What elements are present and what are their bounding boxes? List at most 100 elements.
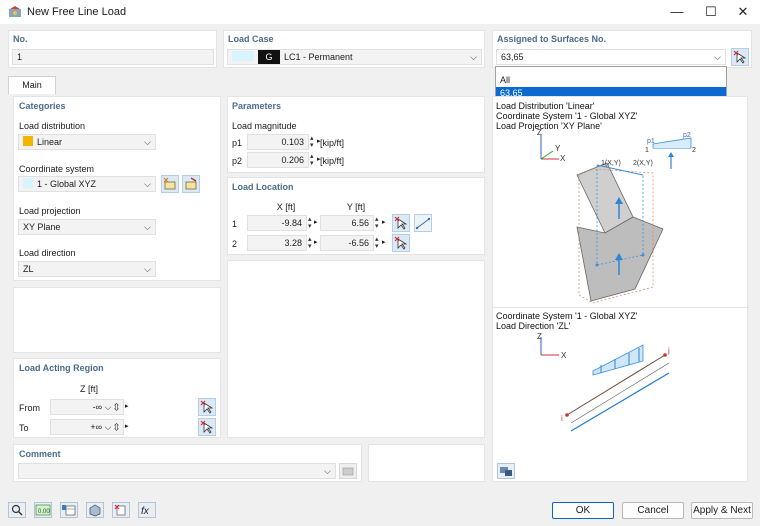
- p1-spinner[interactable]: ▴ ▾: [310, 135, 314, 149]
- x-column-header: X [ft]: [276, 202, 296, 212]
- p1-unit: [kip/ft]: [320, 138, 345, 148]
- load-projection-label: Load projection: [19, 206, 81, 216]
- diagram-view-button[interactable]: [497, 463, 515, 479]
- pick-cursor-icon: [200, 400, 214, 414]
- node-i-label: i: [561, 414, 563, 423]
- no-input[interactable]: 1: [12, 49, 214, 65]
- comment-panel: Comment ⌵: [13, 444, 362, 482]
- comment-header: Comment: [19, 449, 61, 459]
- row-2-y-arrow[interactable]: ▸: [382, 238, 386, 246]
- row-2-y-input[interactable]: -6.56: [320, 235, 374, 251]
- coordinate-color-swatch: [23, 178, 33, 188]
- row-2-x-spinner[interactable]: ▴ ▾: [308, 236, 312, 250]
- to-value: +∞: [90, 422, 103, 432]
- parameters-header: Parameters: [232, 101, 282, 111]
- pick-to-button[interactable]: [198, 418, 216, 436]
- row-2-y-spinner[interactable]: ▴ ▾: [375, 236, 379, 250]
- assigned-select[interactable]: 63,65 ⌵: [496, 49, 726, 65]
- new-coordinate-system-button[interactable]: [161, 175, 179, 193]
- categories-header: Categories: [19, 101, 66, 111]
- row-1-y-arrow[interactable]: ▸: [382, 218, 386, 226]
- pt1-label: 1(X,Y): [601, 160, 621, 167]
- coordinate-system-label: Coordinate system: [19, 164, 95, 174]
- chevron-down-icon: ⌵: [144, 222, 151, 232]
- empty-panel-left: [13, 287, 221, 353]
- n1-legend: 1: [645, 147, 649, 154]
- p2-spinner[interactable]: ▴ ▾: [310, 153, 314, 167]
- diagram1-line-1: Load Distribution 'Linear': [496, 101, 595, 111]
- search-button[interactable]: [8, 502, 26, 518]
- app-icon: [8, 5, 22, 19]
- load-location-header: Load Location: [232, 182, 294, 192]
- load-case-panel: Load Case G LC1 - Permanent ⌵: [223, 30, 485, 68]
- cancel-button[interactable]: Cancel: [622, 502, 684, 519]
- ok-button[interactable]: OK: [552, 502, 614, 519]
- row-1-x-arrow[interactable]: ▸: [314, 218, 318, 226]
- assigned-dropdown-list: All 63,65: [495, 66, 727, 100]
- row-2-id: 2: [232, 239, 238, 249]
- pick-cursor-icon: [394, 236, 408, 250]
- row-2-pick-button[interactable]: [392, 234, 410, 252]
- chevron-down-icon: ⌵: [470, 52, 477, 62]
- load-case-header: Load Case: [228, 34, 274, 44]
- row-1-pick-line-button[interactable]: [414, 214, 432, 232]
- load-acting-region-header: Load Acting Region: [19, 363, 104, 373]
- comment-library-button[interactable]: [339, 463, 357, 479]
- close-button[interactable]: ✕: [726, 0, 760, 24]
- assigned-option-all[interactable]: All: [496, 74, 726, 87]
- row-2-x-input[interactable]: 3.28: [247, 235, 307, 251]
- select-surfaces-button[interactable]: [731, 48, 749, 66]
- to-input[interactable]: +∞ ⌵ ⇕: [50, 419, 124, 435]
- pt2-label: 2(X,Y): [633, 160, 653, 167]
- row-1-x-spinner[interactable]: ▴ ▾: [308, 216, 312, 230]
- formula-button[interactable]: fx: [138, 502, 156, 518]
- from-input[interactable]: -∞ ⌵ ⇕: [50, 399, 124, 415]
- load-case-select[interactable]: G LC1 - Permanent ⌵: [227, 49, 482, 65]
- row-2-x-arrow[interactable]: ▸: [314, 238, 318, 246]
- minimize-button[interactable]: —: [660, 0, 694, 24]
- axis-y-label: Y: [555, 144, 561, 153]
- diagram2-line-1: Coordinate System '1 - Global XYZ': [496, 311, 638, 321]
- delete-button[interactable]: [112, 502, 130, 518]
- table-button[interactable]: [60, 502, 78, 518]
- search-icon: [11, 504, 23, 516]
- from-arrow-icon[interactable]: ▸: [125, 402, 129, 410]
- load-direction-value: ZL: [23, 264, 34, 274]
- load-projection-select[interactable]: XY Plane ⌵: [18, 219, 156, 235]
- units-icon: 0.00: [35, 504, 51, 516]
- load-distribution-select[interactable]: Linear ⌵: [18, 134, 156, 150]
- p1-legend: p1: [647, 138, 655, 145]
- empty-panel-middle: [227, 260, 485, 438]
- row-1-pick-button[interactable]: [392, 214, 410, 232]
- units-button[interactable]: 0.00: [34, 502, 52, 518]
- model-icon: [89, 504, 101, 517]
- load-projection-diagram: Z X Y p1 p2 1 2 1(X,Y) 2(X,Y): [537, 128, 696, 304]
- p2-unit: [kip/ft]: [320, 156, 345, 166]
- window-title: New Free Line Load: [27, 6, 127, 18]
- no-header: No.: [13, 34, 28, 44]
- apply-next-button[interactable]: Apply & Next: [691, 502, 753, 519]
- load-direction-select[interactable]: ZL ⌵: [18, 261, 156, 277]
- tab-main[interactable]: Main: [8, 76, 56, 94]
- p1-input[interactable]: 0.103: [247, 134, 309, 150]
- row-1-y-input[interactable]: 6.56: [320, 215, 374, 231]
- coordinate-system-select[interactable]: 1 - Global XYZ ⌵: [18, 176, 156, 192]
- assigned-header: Assigned to Surfaces No.: [497, 34, 607, 44]
- to-arrow-icon[interactable]: ▸: [125, 422, 129, 430]
- edit-coordinate-system-button[interactable]: [182, 175, 200, 193]
- svg-text:0.00: 0.00: [38, 509, 50, 515]
- view-icon: [500, 467, 512, 476]
- empty-panel-bottom: [368, 444, 485, 482]
- axis-z-label: Z: [537, 128, 542, 137]
- maximize-button[interactable]: ☐: [694, 0, 728, 24]
- row-1-x-input[interactable]: -9.84: [247, 215, 307, 231]
- p2-input[interactable]: 0.206: [247, 152, 309, 168]
- chevron-down-icon: ⌵: [324, 466, 331, 476]
- assigned-panel: Assigned to Surfaces No. 63,65 ⌵: [492, 30, 752, 68]
- pick-from-button[interactable]: [198, 398, 216, 416]
- delete-icon: [114, 504, 126, 516]
- p2-label: p2: [232, 156, 243, 166]
- row-1-y-spinner[interactable]: ▴ ▾: [375, 216, 379, 230]
- comment-input[interactable]: ⌵: [18, 463, 336, 479]
- model-button[interactable]: [86, 502, 104, 518]
